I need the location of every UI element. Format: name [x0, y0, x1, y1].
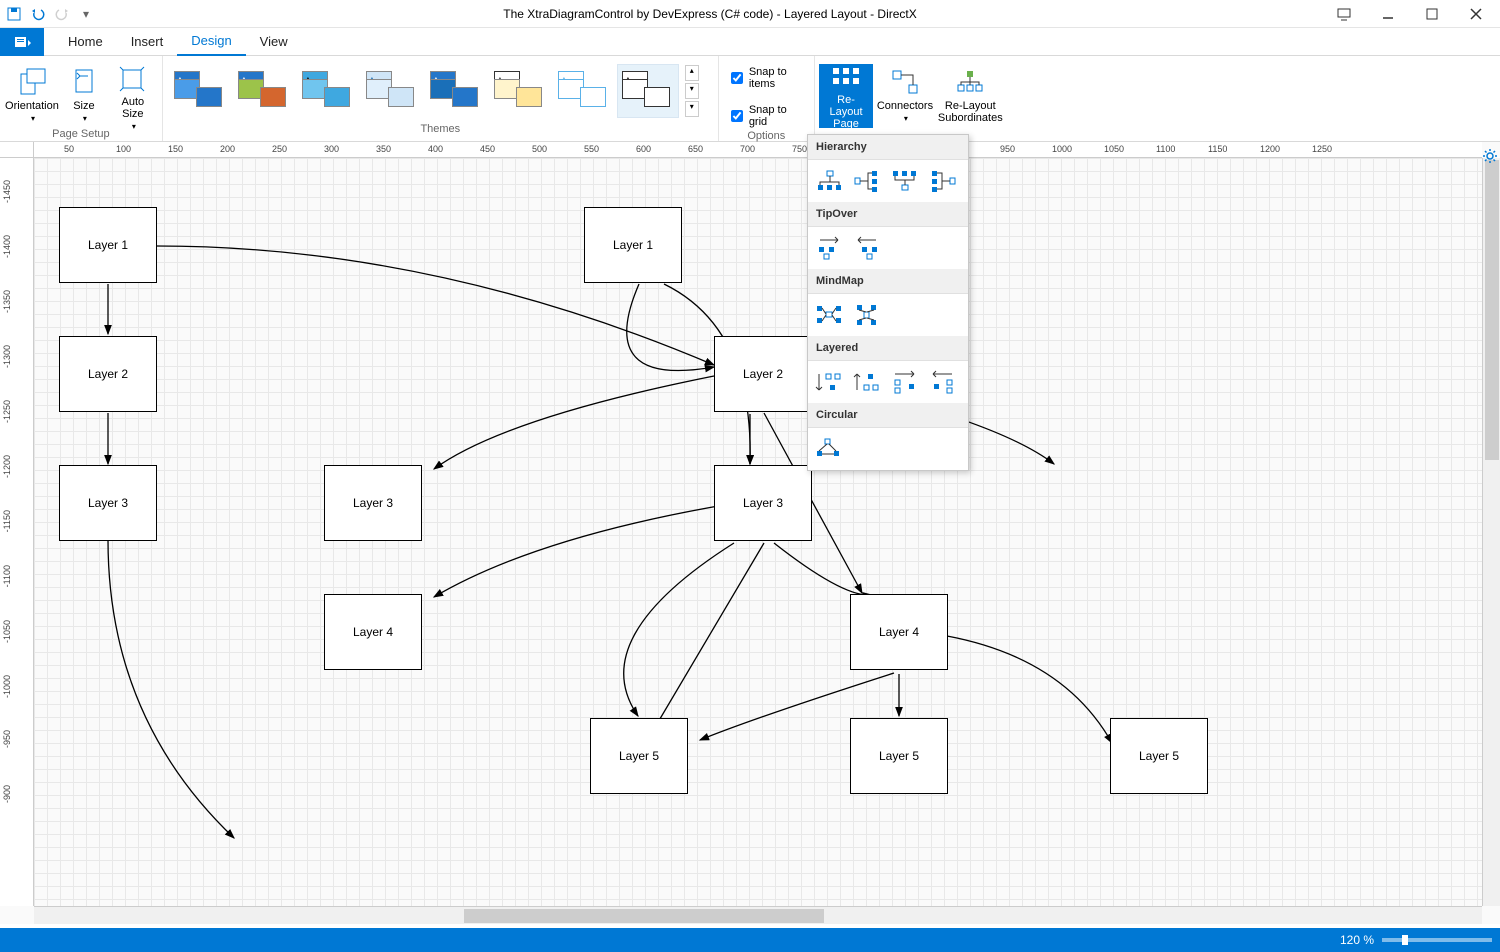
diagram-node[interactable]: Layer 3: [59, 465, 157, 541]
ruler-vertical: -1450-1400-1350-1300-1250-1200-1150-1100…: [0, 158, 34, 906]
group-title-themes: Themes: [167, 123, 714, 139]
diagram-node[interactable]: Layer 1: [584, 207, 682, 283]
tipover-option-1[interactable]: [814, 235, 846, 261]
tab-view[interactable]: View: [246, 28, 302, 56]
mindmap-option-1[interactable]: [814, 302, 846, 328]
orientation-icon: [16, 66, 48, 98]
scrollbar-thumb[interactable]: [1485, 160, 1499, 460]
diagram-canvas[interactable]: Layer 1 Layer 1 Layer 2 Layer 2 Layer 3 …: [34, 158, 1482, 906]
zoom-label: 120 %: [1340, 933, 1374, 947]
scrollbar-thumb[interactable]: [464, 909, 824, 923]
hierarchy-option-1[interactable]: [814, 168, 846, 194]
layout-icon: [830, 66, 862, 92]
ribbon: Orientation ▾ Size ▾ Auto Size ▾ Page Se…: [0, 56, 1500, 142]
mindmap-option-2[interactable]: [852, 302, 884, 328]
tipover-option-2[interactable]: [852, 235, 884, 261]
dropdown-section-hierarchy: Hierarchy: [808, 135, 968, 160]
orientation-button[interactable]: Orientation ▾: [4, 64, 60, 128]
zoom-slider[interactable]: [1382, 938, 1492, 942]
maximize-icon[interactable]: [1412, 0, 1452, 28]
tab-insert[interactable]: Insert: [117, 28, 178, 56]
snap-items-checkbox[interactable]: [731, 72, 743, 84]
diagram-node[interactable]: Layer 2: [714, 336, 812, 412]
theme-tile-2[interactable]: Aa: [233, 64, 295, 118]
group-themes: Aa Aa Aa Aa Aa Aa Aa Aa ▴ ▾ ▾ Themes: [163, 56, 719, 141]
diagram-node[interactable]: Layer 3: [324, 465, 422, 541]
chevron-down-icon: ▾: [904, 114, 908, 123]
group-title-page-setup: Page Setup: [4, 128, 158, 140]
relayout-page-button[interactable]: Re-Layout Page: [819, 64, 873, 128]
file-tab[interactable]: [0, 28, 44, 56]
horizontal-scrollbar[interactable]: [34, 906, 1482, 924]
redo-icon[interactable]: [54, 6, 70, 22]
tab-home[interactable]: Home: [54, 28, 117, 56]
theme-tile-5[interactable]: Aa: [425, 64, 487, 118]
diagram-node[interactable]: Layer 5: [1110, 718, 1208, 794]
themes-expand-icon[interactable]: ▾: [685, 101, 699, 117]
themes-scroll-down-icon[interactable]: ▾: [685, 83, 699, 99]
subordinates-icon: [954, 66, 986, 98]
dropdown-section-circular: Circular: [808, 403, 968, 428]
theme-tile-4[interactable]: Aa: [361, 64, 423, 118]
layered-option-1[interactable]: [814, 369, 846, 395]
qat-dropdown-icon[interactable]: ▾: [78, 6, 94, 22]
circular-option-1[interactable]: [814, 436, 846, 462]
canvas-area: 5010015020025030035040045050055060065070…: [0, 142, 1500, 924]
diagram-node[interactable]: Layer 3: [714, 465, 812, 541]
undo-icon[interactable]: [30, 6, 46, 22]
minimize-icon[interactable]: [1368, 0, 1408, 28]
ruler-horizontal: 5010015020025030035040045050055060065070…: [34, 142, 1482, 158]
theme-tile-6[interactable]: Aa: [489, 64, 551, 118]
snap-items-label: Snap to items: [749, 66, 802, 90]
snap-grid-checkbox[interactable]: [731, 110, 743, 122]
theme-tile-7[interactable]: Aa: [553, 64, 615, 118]
title-bar: ▾ The XtraDiagramControl by DevExpress (…: [0, 0, 1500, 28]
group-page-setup: Orientation ▾ Size ▾ Auto Size ▾ Page Se…: [0, 56, 163, 141]
relayout-dropdown: Hierarchy TipOver MindMap Layered Circul…: [807, 134, 969, 471]
themes-scroll-up-icon[interactable]: ▴: [685, 65, 699, 81]
dropdown-section-layered: Layered: [808, 336, 968, 361]
hierarchy-option-2[interactable]: [852, 168, 884, 194]
dropdown-section-tipover: TipOver: [808, 202, 968, 227]
diagram-node[interactable]: Layer 5: [590, 718, 688, 794]
theme-tile-3[interactable]: Aa: [297, 64, 359, 118]
size-icon: [68, 66, 100, 98]
relayout-subordinates-button[interactable]: Re-Layout Subordinates: [937, 64, 1004, 128]
status-bar: 120 %: [0, 928, 1500, 952]
group-options: Snap to items Snap to grid Options: [719, 56, 815, 141]
diagram-node[interactable]: Layer 5: [850, 718, 948, 794]
window-title: The XtraDiagramControl by DevExpress (C#…: [100, 7, 1320, 21]
diagram-node[interactable]: Layer 4: [324, 594, 422, 670]
save-icon[interactable]: [6, 6, 22, 22]
dropdown-section-mindmap: MindMap: [808, 269, 968, 294]
theme-tile-1[interactable]: Aa: [169, 64, 231, 118]
group-title-options: Options: [723, 130, 810, 142]
snap-grid-label: Snap to grid: [749, 104, 802, 128]
ruler-corner: [0, 142, 34, 158]
layered-option-3[interactable]: [890, 369, 922, 395]
diagram-node[interactable]: Layer 2: [59, 336, 157, 412]
diagram-node[interactable]: Layer 1: [59, 207, 157, 283]
ribbon-options-icon[interactable]: [1324, 0, 1364, 28]
vertical-scrollbar[interactable]: [1482, 158, 1500, 906]
connectors-icon: [889, 66, 921, 98]
hierarchy-option-3[interactable]: [890, 168, 922, 194]
close-icon[interactable]: [1456, 0, 1496, 28]
group-arrange: Re-Layout Page Connectors ▾ Re-Layout Su…: [815, 56, 1008, 141]
gear-icon[interactable]: [1482, 148, 1498, 164]
chevron-down-icon: ▾: [83, 114, 87, 123]
ribbon-tabs: Home Insert Design View: [0, 28, 1500, 56]
size-button[interactable]: Size ▾: [62, 64, 106, 128]
theme-tile-8[interactable]: Aa: [617, 64, 679, 118]
diagram-node[interactable]: Layer 4: [850, 594, 948, 670]
auto-size-button[interactable]: Auto Size ▾: [108, 64, 158, 128]
layered-option-4[interactable]: [928, 369, 960, 395]
layered-option-2[interactable]: [852, 369, 884, 395]
connectors-button[interactable]: Connectors ▾: [875, 64, 934, 128]
auto-size-icon: [117, 66, 149, 94]
hierarchy-option-4[interactable]: [928, 168, 960, 194]
chevron-down-icon: ▾: [31, 114, 35, 123]
quick-access-toolbar: ▾: [0, 6, 100, 22]
tab-design[interactable]: Design: [177, 28, 245, 56]
